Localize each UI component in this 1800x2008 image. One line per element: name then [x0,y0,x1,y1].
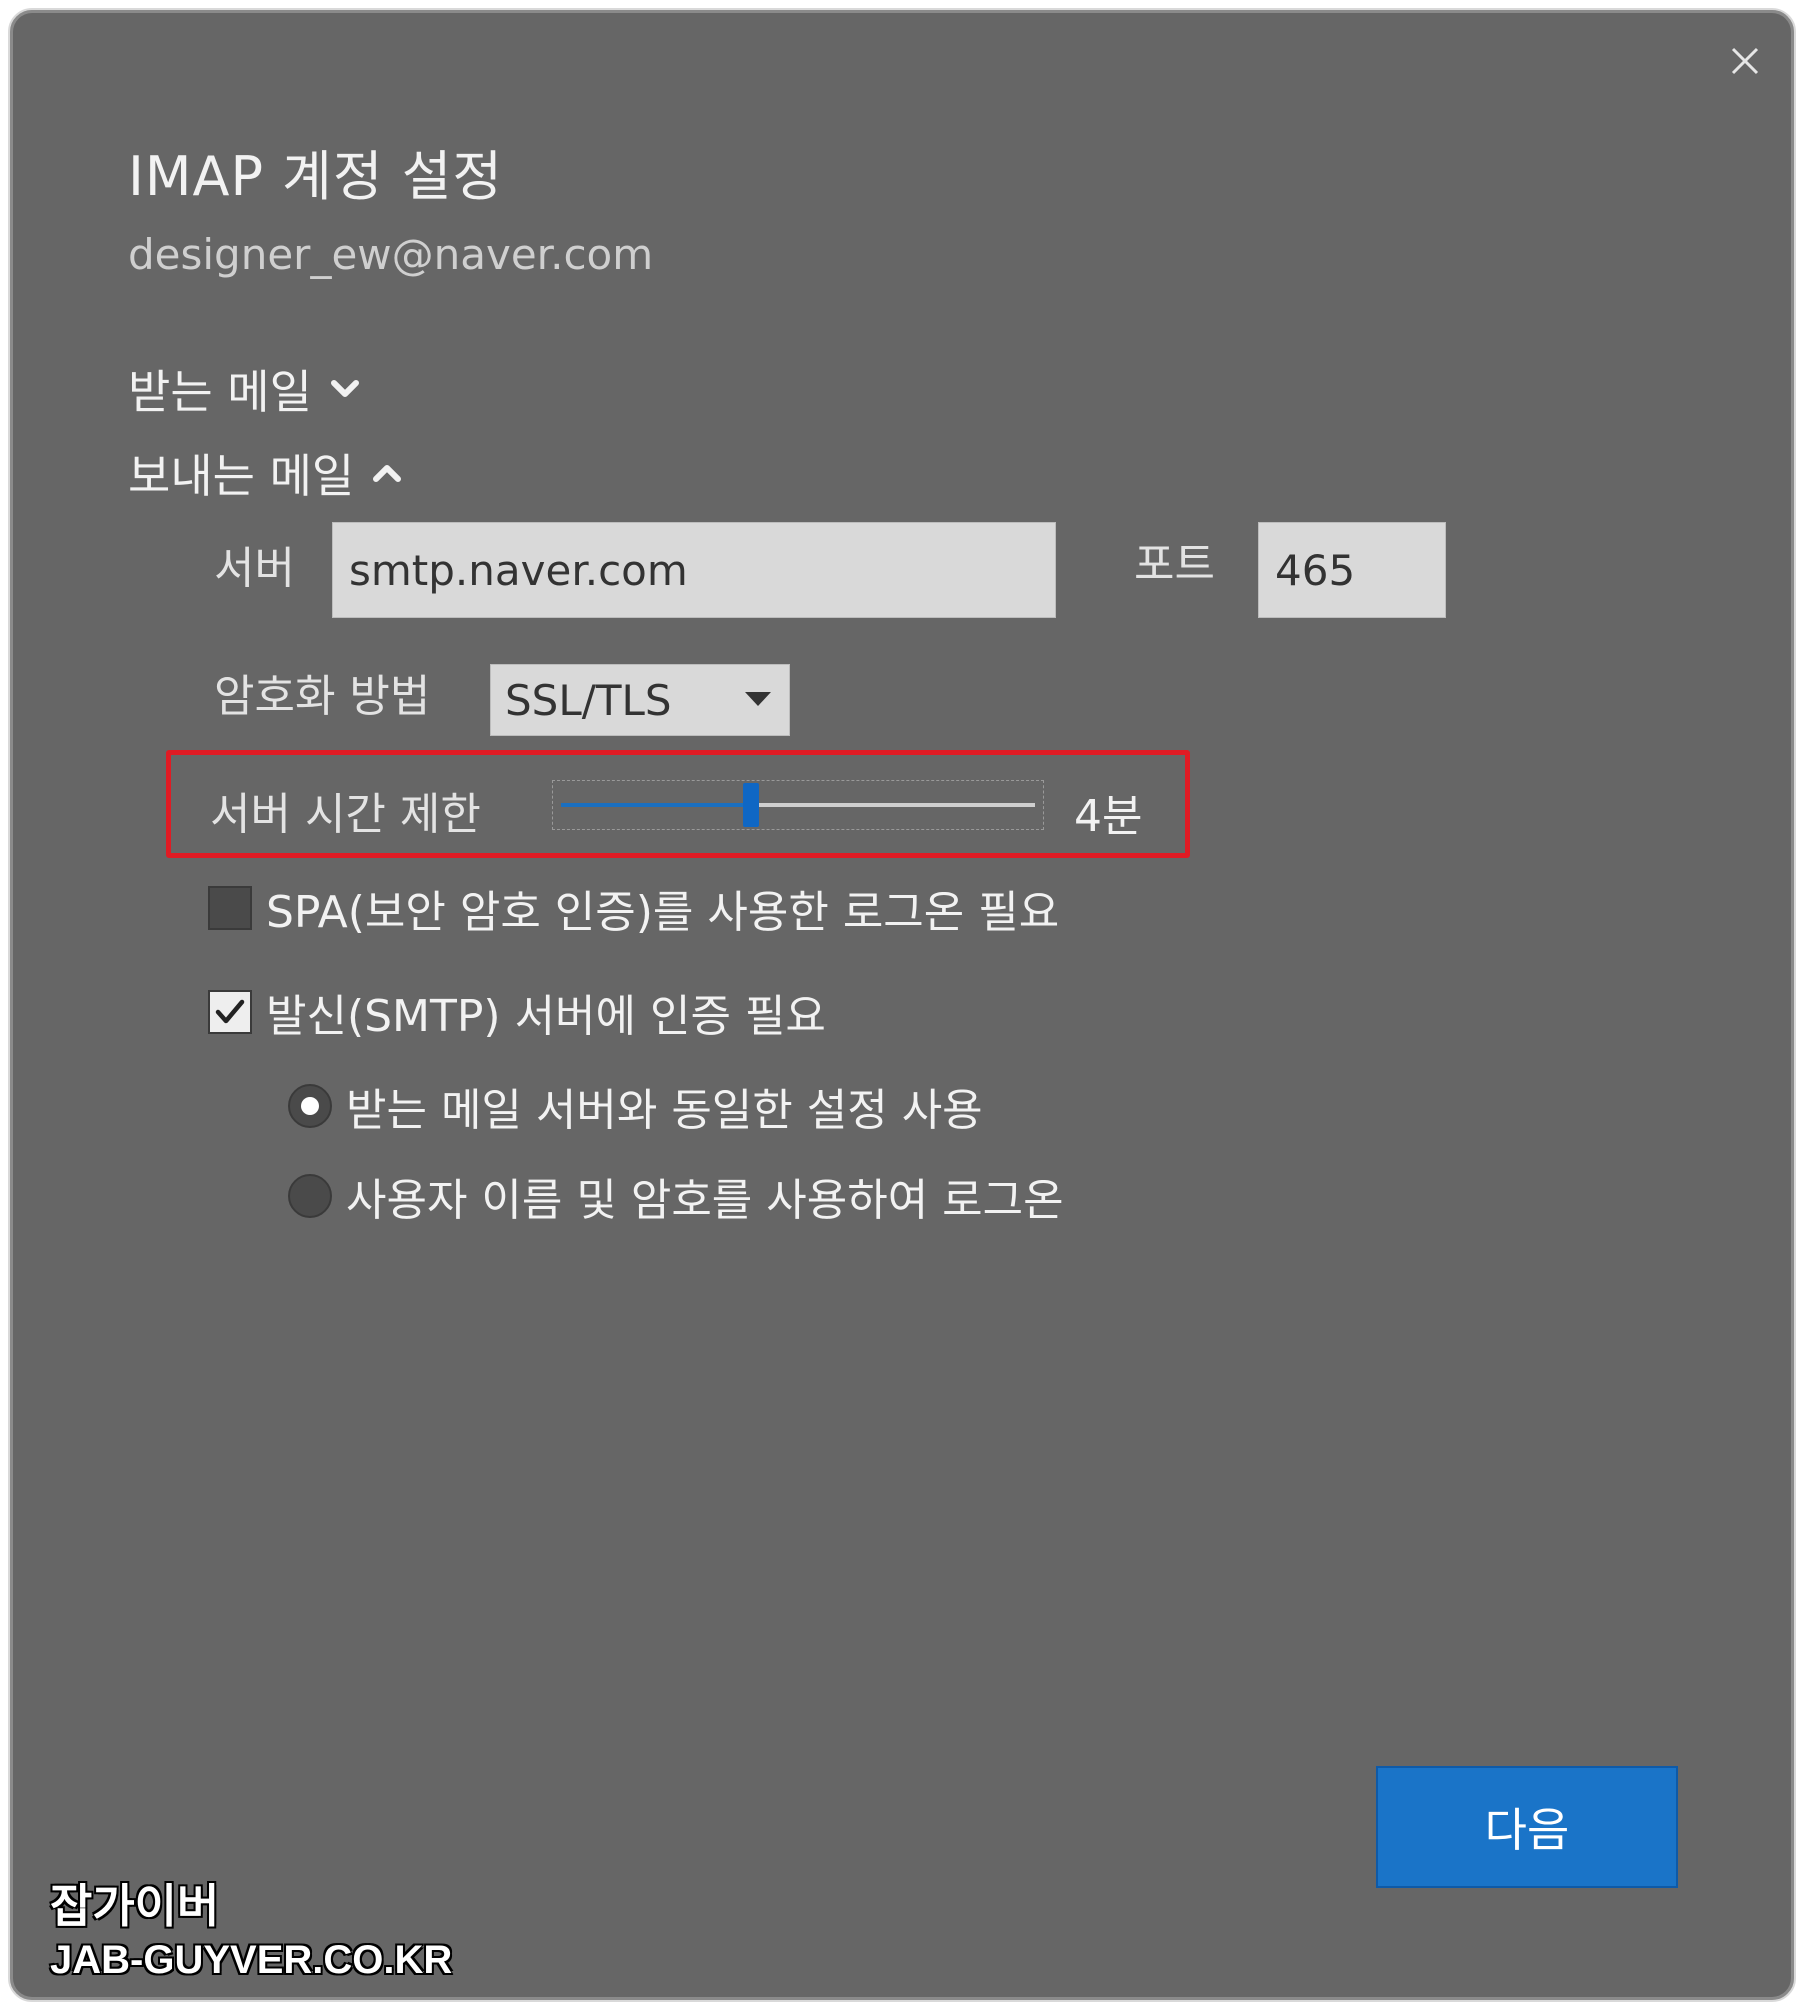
encryption-select[interactable]: SSL/TLS [490,664,790,736]
imap-settings-dialog: IMAP 계정 설정 designer_ew@naver.com 받는 메일 보… [8,8,1796,2002]
watermark-url: JAB-GUYVER.CO.KR [49,1937,453,1983]
next-button[interactable]: 다음 [1376,1766,1678,1888]
spa-checkbox-label: SPA(보안 암호 인증)를 사용한 로그온 필요 [266,887,1060,938]
spa-checkbox[interactable] [208,886,252,930]
slider-track-fill [561,803,751,807]
server-timeout-value: 4분 [1074,791,1143,842]
chevron-up-icon [373,465,402,482]
encryption-selected-value: SSL/TLS [505,675,672,725]
spa-checkbox-row[interactable]: SPA(보안 암호 인증)를 사용한 로그온 필요 [208,876,1059,940]
outgoing-mail-toggle[interactable]: 보내는 메일 [128,440,402,506]
port-input[interactable] [1258,522,1446,618]
watermark-brand: 잡가이버 [49,1879,220,1933]
smtp-auth-checkbox[interactable] [208,990,252,1034]
auth-option-username-password[interactable]: 사용자 이름 및 암호를 사용하여 로그온 [288,1164,1064,1228]
encryption-label: 암호화 방법 [214,671,431,722]
outgoing-mail-label: 보내는 메일 [128,449,355,503]
server-label: 서버 [214,543,295,594]
server-input[interactable] [332,522,1056,618]
server-timeout-label: 서버 시간 제한 [210,789,481,840]
radio-username-password-label: 사용자 이름 및 암호를 사용하여 로그온 [346,1175,1064,1226]
server-timeout-slider[interactable] [552,780,1044,830]
close-button[interactable] [1720,36,1770,86]
incoming-mail-toggle[interactable]: 받는 메일 [128,356,360,422]
slider-thumb[interactable] [742,783,759,827]
incoming-mail-label: 받는 메일 [128,365,312,419]
page-title: IMAP 계정 설정 [128,145,504,208]
smtp-auth-checkbox-row[interactable]: 발신(SMTP) 서버에 인증 필요 [208,980,826,1044]
radio-same-settings[interactable] [288,1084,332,1128]
auth-option-same-settings[interactable]: 받는 메일 서버와 동일한 설정 사용 [288,1074,983,1138]
radio-same-settings-label: 받는 메일 서버와 동일한 설정 사용 [346,1085,983,1136]
account-email: designer_ew@naver.com [128,230,654,279]
chevron-down-icon [330,380,359,397]
close-icon [1731,47,1759,75]
port-label: 포트 [1134,539,1215,590]
dropdown-arrow-icon [745,692,771,706]
radio-selected-dot [301,1097,319,1115]
radio-username-password[interactable] [288,1174,332,1218]
smtp-auth-checkbox-label: 발신(SMTP) 서버에 인증 필요 [266,991,826,1042]
checkmark-icon [215,999,245,1024]
